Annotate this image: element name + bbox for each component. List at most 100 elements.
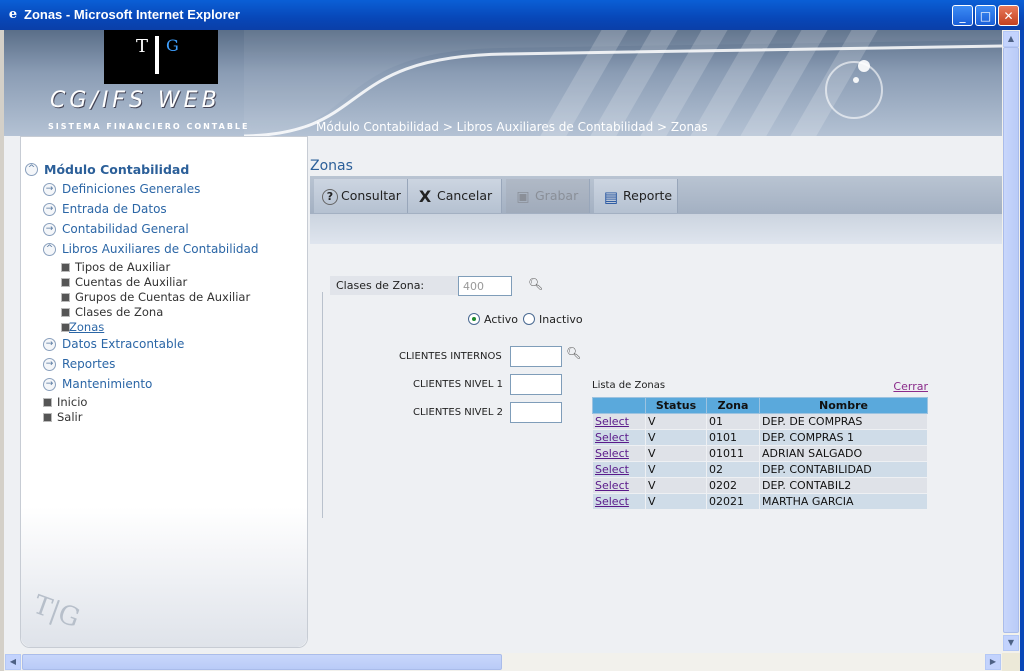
bullet-icon bbox=[61, 263, 70, 272]
sidebar-item-contabilidad-general[interactable]: Contabilidad General bbox=[62, 222, 189, 236]
sidebar-subitem-cuentas[interactable]: Cuentas de Auxiliar bbox=[75, 275, 187, 289]
status-cell: V bbox=[645, 477, 707, 494]
table-row: Select V 01 DEP. DE COMPRAS bbox=[592, 413, 928, 430]
bullet-icon bbox=[43, 398, 52, 407]
nombre-cell: DEP. COMPRAS 1 bbox=[759, 429, 928, 446]
app-name: CG/IFS WEB bbox=[50, 88, 221, 113]
bullet-icon bbox=[43, 413, 52, 422]
header-banner: T G CG/IFS WEB SISTEMA FINANCIERO CONTAB… bbox=[4, 30, 1002, 136]
column-header-zona: Zona bbox=[706, 397, 760, 414]
tig-logo bbox=[104, 30, 218, 84]
column-header bbox=[592, 397, 646, 414]
sidebar-item-entrada[interactable]: Entrada de Datos bbox=[62, 202, 167, 216]
cancelar-label: Cancelar bbox=[437, 188, 493, 203]
activo-radio[interactable] bbox=[468, 313, 480, 325]
zona-cell: 0202 bbox=[706, 477, 760, 494]
sidebar-subitem-tipos[interactable]: Tipos de Auxiliar bbox=[75, 260, 170, 274]
report-icon: ▤ bbox=[603, 187, 619, 206]
help-icon: ? bbox=[322, 188, 338, 205]
window-title-bar: e Zonas - Microsoft Internet Explorer _ … bbox=[0, 0, 1024, 30]
sidebar-subitem-zonas-link[interactable]: Zonas bbox=[69, 320, 104, 334]
nombre-cell: DEP. CONTABIL2 bbox=[759, 477, 928, 494]
vertical-scroll-thumb[interactable] bbox=[1003, 47, 1019, 633]
select-link[interactable]: Select bbox=[595, 415, 629, 428]
select-cell: Select bbox=[592, 429, 646, 446]
logo-divider bbox=[155, 36, 159, 74]
sidebar-subitem-grupos[interactable]: Grupos de Cuentas de Auxiliar bbox=[75, 290, 250, 304]
table-row: Select V 0202 DEP. CONTABIL2 bbox=[592, 477, 928, 494]
sidebar-item-libros-auxiliares[interactable]: Libros Auxiliares de Contabilidad bbox=[62, 242, 259, 256]
clientes-nivel1-input[interactable] bbox=[510, 374, 562, 395]
scroll-left-icon[interactable]: ◀ bbox=[5, 654, 21, 670]
internet-explorer-icon: e bbox=[8, 7, 18, 22]
select-link[interactable]: Select bbox=[595, 463, 629, 476]
close-button[interactable]: ✕ bbox=[998, 5, 1019, 26]
reporte-button[interactable]: ▤ Reporte bbox=[594, 179, 678, 213]
save-icon: ▣ bbox=[516, 188, 530, 205]
x-icon: X bbox=[418, 186, 432, 206]
maximize-button[interactable]: □ bbox=[975, 5, 996, 26]
bullet-icon bbox=[61, 278, 70, 287]
clientes-nivel1-label: CLIENTES NIVEL 1 bbox=[413, 379, 503, 390]
sidebar-item-mantenimiento[interactable]: Mantenimiento bbox=[62, 377, 152, 391]
scroll-right-icon[interactable]: ▶ bbox=[985, 654, 1001, 670]
form-divider bbox=[322, 292, 323, 518]
scroll-down-icon[interactable]: ▼ bbox=[1003, 635, 1019, 651]
horizontal-scroll-thumb[interactable] bbox=[22, 654, 502, 670]
table-row: Select V 01011 ADRIAN SALGADO bbox=[592, 445, 928, 462]
logo-letter-g: G bbox=[166, 36, 179, 55]
sidebar-item-salir[interactable]: Salir bbox=[57, 410, 82, 424]
sidebar-item-inicio[interactable]: Inicio bbox=[57, 395, 87, 409]
arrow-right-icon: → bbox=[43, 203, 56, 216]
zona-cell: 02021 bbox=[706, 493, 760, 510]
breadcrumb: Módulo Contabilidad > Libros Auxiliares … bbox=[316, 120, 708, 134]
window-title: Zonas - Microsoft Internet Explorer bbox=[24, 7, 240, 22]
select-link[interactable]: Select bbox=[595, 479, 629, 492]
arrow-right-icon: → bbox=[43, 223, 56, 236]
logo-letter-t: T bbox=[136, 36, 149, 57]
sidebar-item-datos-extracontable[interactable]: Datos Extracontable bbox=[62, 337, 184, 351]
clientes-nivel2-input[interactable] bbox=[510, 402, 562, 423]
zona-cell: 01 bbox=[706, 413, 760, 430]
search-icon[interactable]: 🔍︎ bbox=[528, 277, 543, 291]
consultar-button[interactable]: ? Consultar bbox=[314, 179, 408, 213]
sidebar-subitem-clases[interactable]: Clases de Zona bbox=[75, 305, 163, 319]
select-link[interactable]: Select bbox=[595, 495, 629, 508]
nombre-cell: MARTHA GARCIA bbox=[759, 493, 928, 510]
table-row: Select V 02021 MARTHA GARCIA bbox=[592, 493, 928, 510]
arrow-right-icon: → bbox=[43, 183, 56, 196]
page-title: Zonas bbox=[310, 158, 353, 174]
vertical-scrollbar[interactable]: ▲ ▼ bbox=[1002, 30, 1020, 653]
clientes-internos-input[interactable] bbox=[510, 346, 562, 367]
status-cell: V bbox=[645, 461, 707, 478]
sidebar-item-definiciones[interactable]: Definiciones Generales bbox=[62, 182, 200, 196]
select-link[interactable]: Select bbox=[595, 431, 629, 444]
main-content: Clases de Zona: 🔍︎ Activo Inactivo CLIEN… bbox=[310, 244, 1002, 653]
clientes-nivel2-label: CLIENTES NIVEL 2 bbox=[413, 407, 503, 418]
inactivo-radio[interactable] bbox=[523, 313, 535, 325]
clases-zona-label: Clases de Zona: bbox=[330, 276, 468, 295]
nombre-cell: ADRIAN SALGADO bbox=[759, 445, 928, 462]
select-link[interactable]: Select bbox=[595, 447, 629, 460]
grabar-button[interactable]: ▣ Grabar bbox=[506, 179, 590, 213]
horizontal-scrollbar[interactable]: ◀ ▶ bbox=[4, 653, 1002, 671]
consultar-label: Consultar bbox=[341, 188, 401, 203]
zona-cell: 01011 bbox=[706, 445, 760, 462]
reporte-label: Reporte bbox=[623, 188, 673, 203]
scroll-up-icon[interactable]: ▲ bbox=[1003, 31, 1019, 47]
sidebar-item-reportes[interactable]: Reportes bbox=[62, 357, 115, 371]
status-cell: V bbox=[645, 429, 707, 446]
bullet-icon bbox=[61, 308, 70, 317]
minimize-button[interactable]: _ bbox=[952, 5, 973, 26]
arrow-right-icon: → bbox=[43, 378, 56, 391]
cancelar-button[interactable]: X Cancelar bbox=[408, 179, 502, 213]
status-cell: V bbox=[645, 413, 707, 430]
collapse-icon[interactable]: ^ bbox=[25, 163, 38, 176]
sidebar-module-contabilidad[interactable]: Módulo Contabilidad bbox=[44, 162, 189, 177]
bullet-icon bbox=[61, 293, 70, 302]
collapse-icon[interactable]: ^ bbox=[43, 243, 56, 256]
select-cell: Select bbox=[592, 461, 646, 478]
search-icon[interactable]: 🔍︎ bbox=[566, 346, 581, 360]
clases-zona-input[interactable] bbox=[458, 276, 512, 296]
cerrar-link[interactable]: Cerrar bbox=[893, 380, 928, 393]
